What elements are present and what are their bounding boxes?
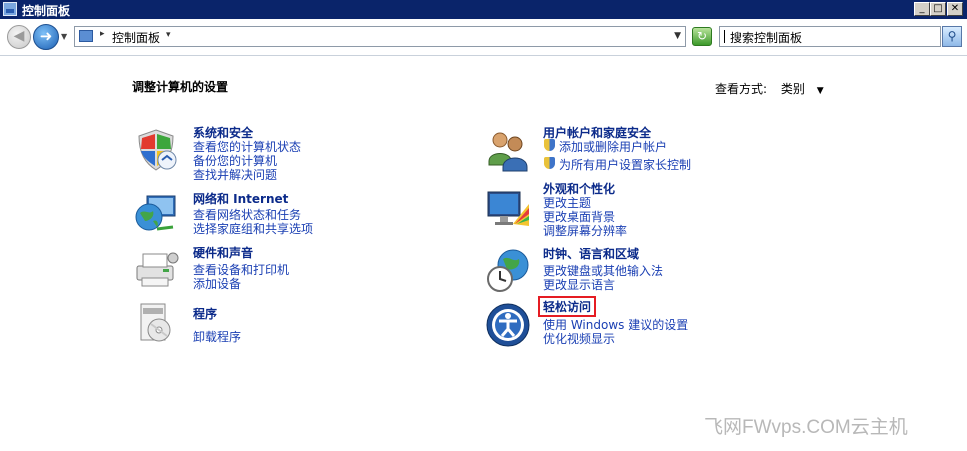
search-input[interactable]: 搜索控制面板 [719,26,941,47]
close-button[interactable]: ✕ [947,2,963,16]
link-uninstall-program[interactable]: 卸载程序 [193,328,241,345]
network-globe-icon[interactable] [133,191,179,237]
link-add-remove-accounts[interactable]: 添加或删除用户帐户 [543,138,667,155]
ease-of-access-icon[interactable] [485,302,531,348]
users-icon[interactable] [485,127,531,173]
link-change-display-language[interactable]: 更改显示语言 [543,276,615,293]
view-by-control[interactable]: 查看方式: 类别 ▼ [715,80,824,97]
link-troubleshoot[interactable]: 查找并解决问题 [193,166,277,183]
programs-box-icon[interactable] [133,300,179,346]
watermark: 飞网FWvps.COM云主机 [704,417,908,438]
category-title-network-internet[interactable]: 网络和 Internet [193,190,288,207]
clock-globe-icon[interactable] [485,247,531,293]
search-icon[interactable]: ⚲ [942,26,962,47]
recent-pages-dropdown-icon[interactable]: ▼ [61,32,67,41]
view-by-value[interactable]: 类别 [781,82,805,96]
category-title-ease-of-access[interactable]: 轻松访问 [537,296,597,317]
breadcrumb[interactable]: ▸ 控制面板 ▾ ▼ [74,26,686,47]
view-by-label: 查看方式: [715,82,768,96]
link-homegroup-sharing[interactable]: 选择家庭组和共享选项 [193,220,313,237]
minimize-button[interactable]: _ [914,2,930,16]
category-title-hardware-sound[interactable]: 硬件和声音 [193,244,253,261]
address-toolbar: ◀ ➜ ▼ ▸ 控制面板 ▾ ▼ ↻ 搜索控制面板 ⚲ [0,19,967,56]
address-dropdown-icon[interactable]: ▼ [674,31,681,41]
breadcrumb-separator-icon[interactable]: ▸ [100,29,105,39]
breadcrumb-chevron-down-icon[interactable]: ▾ [166,30,171,40]
printer-hardware-icon[interactable] [133,246,179,292]
forward-button[interactable]: ➜ [33,24,59,50]
appearance-monitor-icon[interactable] [485,186,531,232]
control-panel-window-icon [3,2,17,16]
refresh-button[interactable]: ↻ [692,27,712,46]
maximize-button[interactable]: □ [930,2,946,16]
link-adjust-resolution[interactable]: 调整屏幕分辨率 [543,222,627,239]
page-title: 调整计算机的设置 [132,80,229,94]
chevron-down-icon[interactable]: ▼ [817,86,824,96]
link-parental-controls[interactable]: 为所有用户设置家长控制 [543,156,691,173]
category-title-programs[interactable]: 程序 [193,305,217,322]
title-bar: 控制面板 _ □ ✕ [0,0,967,19]
window-title: 控制面板 [22,4,71,18]
breadcrumb-item-control-panel[interactable]: 控制面板 [112,29,160,46]
category-title-clock-language-region[interactable]: 时钟、语言和区域 [543,245,639,262]
control-panel-breadcrumb-icon [79,30,93,42]
link-add-device[interactable]: 添加设备 [193,275,241,292]
link-optimize-video-display[interactable]: 优化视频显示 [543,330,615,347]
back-button[interactable]: ◀ [7,25,31,49]
system-security-shield-icon[interactable] [133,127,179,173]
